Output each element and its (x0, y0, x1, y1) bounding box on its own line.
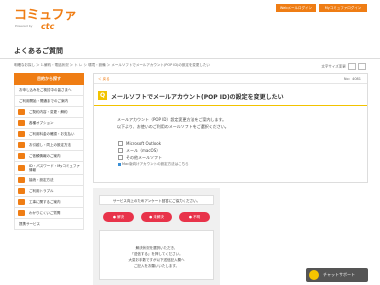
faq-number: No：4081 (343, 77, 361, 81)
sidebar-item-label: 接続・設定方法 (29, 177, 54, 182)
logo-text: コミュファ (14, 8, 77, 23)
survey-header: サービス向上のためアンケート回答にご協力ください。 (99, 195, 214, 205)
sidebar-item-consider[interactable]: お申し込みをご検討中の皆さまへ (14, 85, 84, 96)
logo-subtext: Powered by (15, 24, 33, 28)
site-header: コミュファ Powered by ctc Webメールログイン Myコミュファロ… (0, 0, 380, 31)
survey-line: ご記入をお願いいたします。 (133, 264, 180, 268)
sidebar-item-label: ご利用料金の確認・お支払い (29, 131, 75, 136)
sidebar-item-label: お申し込みをご検討中の皆さまへ (19, 87, 72, 92)
divider (94, 83, 367, 84)
sidebar-item-moving[interactable]: お引越し・同上の設定方法 (14, 140, 84, 151)
option-outlook[interactable]: Microsoft Outlook (118, 140, 162, 147)
trouble-icon (18, 188, 25, 194)
checkbox-icon (118, 148, 123, 153)
font-size-large-button[interactable] (358, 63, 366, 70)
sidebar-item-construction[interactable]: 工事に関するご案内 (14, 197, 84, 208)
font-size-control: 文字サイズ変更 (321, 63, 366, 70)
sidebar-item-difficult[interactable]: わかりにくいご質問 (14, 208, 84, 219)
sidebar-item-label: ご契約内容・変更・解約 (29, 109, 68, 114)
chat-label: チャットサポート (323, 272, 355, 277)
sidebar-item-connection[interactable]: 接続・設定方法 (14, 175, 84, 186)
option-mac-mail[interactable]: メール（macOS） (118, 147, 162, 154)
question-badge: Q (98, 91, 107, 100)
sidebar-item-label: ご利用開始・開通までのご案内 (19, 98, 68, 103)
option-label: その他メールソフト (126, 154, 162, 160)
divider (94, 105, 367, 106)
checkbox-icon (118, 155, 123, 160)
sidebar-item-label: 提携サービス (19, 221, 40, 226)
back-link[interactable]: ＜ 戻る (98, 77, 110, 82)
mail-software-options: Microsoft Outlook メール（macOS） その他メールソフト (118, 140, 162, 161)
moving-icon (18, 142, 25, 148)
question-title: メールソフトでメールアカウント(POP ID)の設定を変更したい (111, 94, 284, 101)
sidebar-item-start[interactable]: ご利用開始・開通までのご案内 (14, 96, 84, 107)
link-icon (118, 163, 121, 166)
sidebar-item-options[interactable]: 各種オプション (14, 118, 84, 129)
connection-icon (18, 177, 25, 183)
help-link[interactable]: Mac版向けアカウントの設定方法はこちら (118, 162, 189, 167)
sidebar-item-label: お引越し・同上の設定方法 (29, 142, 71, 147)
sidebar-item-label: わかりにくいご質問 (29, 210, 61, 215)
checkbox-icon (118, 141, 123, 146)
contract-icon (18, 109, 25, 115)
sidebar: 目的から探す お申し込みをご検討中の皆さまへ ご利用開始・開通までのご案内 ご契… (14, 73, 84, 230)
survey-box: 解決状況を選択いただき、 「送信する」を押してください。 大変お手数ですが以下送… (99, 230, 214, 280)
logo[interactable]: コミュファ Powered by ctc (14, 8, 77, 31)
answer-line: メールアカウント（POP ID）設定変更方法をご案内します。 (117, 117, 227, 122)
sidebar-item-label: ご依頼情報のご案内 (29, 153, 61, 158)
sidebar-item-label: 工事に関するご案内 (29, 199, 61, 204)
sidebar-item-trouble[interactable]: ご利用トラブル (14, 186, 84, 197)
sidebar-item-label: ご利用トラブル (29, 188, 54, 193)
option-other[interactable]: その他メールソフト (118, 154, 162, 161)
options-icon (18, 120, 25, 126)
chat-avatar-icon (309, 270, 319, 280)
id-icon (18, 165, 25, 171)
font-size-small-button[interactable] (347, 63, 356, 70)
billing-icon (18, 131, 25, 137)
help-link-label: Mac版向けアカウントの設定方法はこちら (122, 162, 189, 166)
breadcrumb[interactable]: 明確なお探し ＞ 1.解約・電話状況 ＞ ト レ シ 環境・設備 ＞ メールソフ… (14, 63, 264, 68)
page-title: よくあるご質問 (14, 47, 63, 55)
question-icon (18, 210, 25, 216)
unresolved-button[interactable]: ● 未解決 (141, 212, 172, 222)
sidebar-item-contract[interactable]: ご契約内容・変更・解約 (14, 107, 84, 118)
answer-text: メールアカウント（POP ID）設定変更方法をご案内します。 以下より、お使いの… (117, 116, 229, 130)
sidebar-item-label: ID・パスワード・Myコミュファ情報 (29, 163, 80, 173)
faq-panel: ＜ 戻る No：4081 Q メールソフトでメールアカウント(POP ID)の設… (93, 73, 368, 183)
sidebar-header: 目的から探す (14, 73, 84, 85)
survey-text: 解決状況を選択いただき、 「送信する」を押してください。 大変お手数ですが以下送… (100, 245, 213, 269)
option-label: Microsoft Outlook (126, 141, 162, 146)
mycommufa-login-button[interactable]: Myコミュファログイン (319, 4, 367, 12)
chat-support-button[interactable]: チャットサポート (306, 268, 368, 282)
request-icon (18, 153, 25, 159)
resolved-button[interactable]: ● 解決 (103, 212, 134, 222)
divider (0, 58, 380, 59)
option-label: メール（macOS） (126, 147, 161, 153)
font-size-label: 文字サイズ変更 (321, 64, 346, 69)
unclear-button[interactable]: ● 不明 (179, 212, 210, 222)
logo-brand: ctc (41, 22, 55, 31)
sidebar-item-billing[interactable]: ご利用料金の確認・お支払い (14, 129, 84, 140)
webmail-login-button[interactable]: Webメールログイン (276, 4, 316, 12)
survey-panel: サービス向上のためアンケート回答にご協力ください。 ● 解決 ● 未解決 ● 不… (93, 188, 220, 285)
sidebar-item-id-password[interactable]: ID・パスワード・Myコミュファ情報 (14, 162, 84, 175)
answer-line: 以下より、お使いのご利用のメールソフトをご選択ください。 (117, 124, 229, 129)
sidebar-item-request[interactable]: ご依頼情報のご案内 (14, 151, 84, 162)
sidebar-item-label: 各種オプション (29, 120, 54, 125)
sidebar-item-partner[interactable]: 提携サービス (14, 219, 84, 230)
construction-icon (18, 199, 25, 205)
